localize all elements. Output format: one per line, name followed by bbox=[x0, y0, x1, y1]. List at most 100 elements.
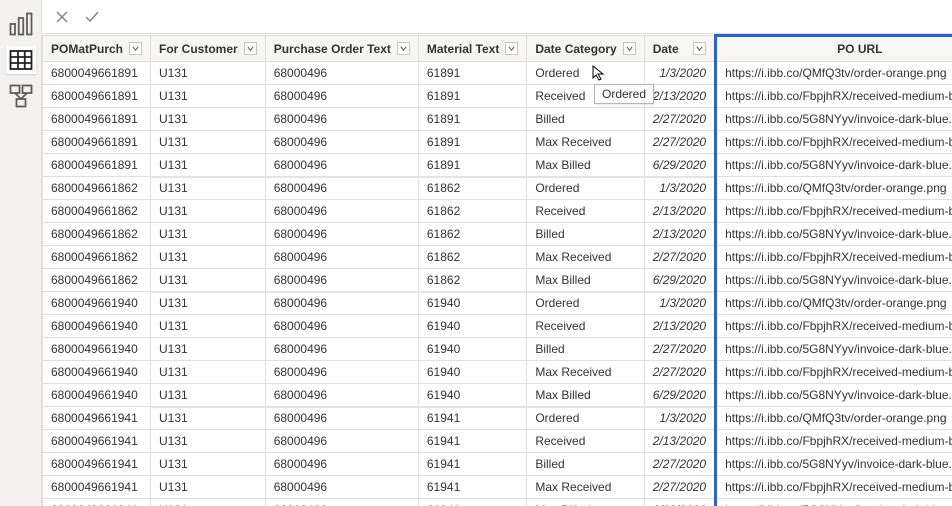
cell-url[interactable]: https://i.ibb.co/FbpjhRX/received-medium… bbox=[716, 361, 952, 384]
cell-mat[interactable]: 61940 bbox=[418, 384, 526, 407]
cell-date[interactable]: 2/13/2020 bbox=[644, 85, 715, 108]
cell-date[interactable]: 2/13/2020 bbox=[644, 430, 715, 453]
cell-cust[interactable]: U131 bbox=[151, 62, 266, 85]
cell-pot[interactable]: 68000496 bbox=[265, 131, 418, 154]
commit-formula-button[interactable] bbox=[78, 3, 106, 31]
cell-cust[interactable]: U131 bbox=[151, 384, 266, 407]
cell-cat[interactable]: Max Billed bbox=[527, 384, 644, 407]
col-header-date-category[interactable]: Date Category bbox=[527, 36, 644, 62]
cell-cust[interactable]: U131 bbox=[151, 177, 266, 200]
cell-po[interactable]: 6800049661862 bbox=[43, 200, 151, 223]
table-row[interactable]: 6800049661941U1316800049661941Max Billed… bbox=[43, 499, 952, 506]
cell-pot[interactable]: 68000496 bbox=[265, 177, 418, 200]
chevron-down-icon[interactable] bbox=[623, 42, 636, 55]
cell-url[interactable]: https://i.ibb.co/5G8NYyv/invoice-dark-bl… bbox=[716, 108, 952, 131]
cell-url[interactable]: https://i.ibb.co/FbpjhRX/received-medium… bbox=[716, 131, 952, 154]
cell-cust[interactable]: U131 bbox=[151, 223, 266, 246]
cell-cust[interactable]: U131 bbox=[151, 499, 266, 506]
cell-url[interactable]: https://i.ibb.co/FbpjhRX/received-medium… bbox=[716, 315, 952, 338]
cell-mat[interactable]: 61941 bbox=[418, 430, 526, 453]
cell-cust[interactable]: U131 bbox=[151, 131, 266, 154]
cell-cust[interactable]: U131 bbox=[151, 453, 266, 476]
cell-cust[interactable]: U131 bbox=[151, 430, 266, 453]
cell-pot[interactable]: 68000496 bbox=[265, 430, 418, 453]
cell-cat[interactable]: Ordered bbox=[527, 292, 644, 315]
cell-cust[interactable]: U131 bbox=[151, 154, 266, 177]
cell-po[interactable]: 6800049661940 bbox=[43, 315, 151, 338]
cell-cat[interactable]: Ordered bbox=[527, 177, 644, 200]
cell-pot[interactable]: 68000496 bbox=[265, 499, 418, 506]
cell-cust[interactable]: U131 bbox=[151, 476, 266, 499]
cell-cat[interactable]: Max Received bbox=[527, 131, 644, 154]
cell-pot[interactable]: 68000496 bbox=[265, 292, 418, 315]
cell-url[interactable]: https://i.ibb.co/FbpjhRX/received-medium… bbox=[716, 85, 952, 108]
cell-mat[interactable]: 61891 bbox=[418, 131, 526, 154]
cell-cust[interactable]: U131 bbox=[151, 200, 266, 223]
cell-cat[interactable]: Max Received bbox=[527, 361, 644, 384]
cell-mat[interactable]: 61941 bbox=[418, 476, 526, 499]
cell-cust[interactable]: U131 bbox=[151, 338, 266, 361]
col-header-date[interactable]: Date bbox=[644, 36, 715, 62]
cell-cust[interactable]: U131 bbox=[151, 407, 266, 430]
col-header-purchase-order-text[interactable]: Purchase Order Text bbox=[265, 36, 418, 62]
cell-date[interactable]: 2/27/2020 bbox=[644, 108, 715, 131]
cell-cust[interactable]: U131 bbox=[151, 361, 266, 384]
cell-date[interactable]: 2/13/2020 bbox=[644, 315, 715, 338]
table-row[interactable]: 6800049661862U1316800049661862Max Billed… bbox=[43, 269, 952, 292]
cell-mat[interactable]: 61940 bbox=[418, 315, 526, 338]
cell-mat[interactable]: 61862 bbox=[418, 223, 526, 246]
table-row[interactable]: 6800049661891U1316800049661891Max Receiv… bbox=[43, 131, 952, 154]
cell-pot[interactable]: 68000496 bbox=[265, 62, 418, 85]
cell-pot[interactable]: 68000496 bbox=[265, 154, 418, 177]
cell-date[interactable]: 2/27/2020 bbox=[644, 131, 715, 154]
data-view-button[interactable] bbox=[6, 46, 36, 74]
cell-url[interactable]: https://i.ibb.co/5G8NYyv/invoice-dark-bl… bbox=[716, 338, 952, 361]
cell-pot[interactable]: 68000496 bbox=[265, 246, 418, 269]
table-row[interactable]: 6800049661862U1316800049661862Max Receiv… bbox=[43, 246, 952, 269]
cell-date[interactable]: 6/29/2020 bbox=[644, 499, 715, 506]
cell-date[interactable]: 2/27/2020 bbox=[644, 246, 715, 269]
cell-pot[interactable]: 68000496 bbox=[265, 269, 418, 292]
cell-po[interactable]: 6800049661941 bbox=[43, 453, 151, 476]
cell-po[interactable]: 6800049661941 bbox=[43, 430, 151, 453]
cell-cat[interactable]: Ordered bbox=[527, 407, 644, 430]
cell-pot[interactable]: 68000496 bbox=[265, 476, 418, 499]
cell-date[interactable]: 2/27/2020 bbox=[644, 361, 715, 384]
cell-mat[interactable]: 61862 bbox=[418, 200, 526, 223]
cell-date[interactable]: 1/3/2020 bbox=[644, 292, 715, 315]
cell-mat[interactable]: 61891 bbox=[418, 85, 526, 108]
cell-mat[interactable]: 61940 bbox=[418, 338, 526, 361]
cell-mat[interactable]: 61941 bbox=[418, 407, 526, 430]
cell-po[interactable]: 6800049661891 bbox=[43, 154, 151, 177]
cell-pot[interactable]: 68000496 bbox=[265, 200, 418, 223]
table-row[interactable]: 6800049661891U1316800049661891Billed2/27… bbox=[43, 108, 952, 131]
cell-pot[interactable]: 68000496 bbox=[265, 315, 418, 338]
cell-pot[interactable]: 68000496 bbox=[265, 407, 418, 430]
table-row[interactable]: 6800049661862U1316800049661862Received2/… bbox=[43, 200, 952, 223]
cell-url[interactable]: https://i.ibb.co/5G8NYyv/invoice-dark-bl… bbox=[716, 453, 952, 476]
cell-mat[interactable]: 61941 bbox=[418, 453, 526, 476]
cell-cat[interactable]: Max Billed bbox=[527, 499, 644, 506]
cell-cust[interactable]: U131 bbox=[151, 315, 266, 338]
cell-date[interactable]: 2/27/2020 bbox=[644, 338, 715, 361]
cell-cat[interactable]: Received bbox=[527, 315, 644, 338]
table-row[interactable]: 6800049661891U1316800049661891Ordered1/3… bbox=[43, 62, 952, 85]
cell-po[interactable]: 6800049661891 bbox=[43, 85, 151, 108]
cell-po[interactable]: 6800049661941 bbox=[43, 476, 151, 499]
cell-pot[interactable]: 68000496 bbox=[265, 453, 418, 476]
cell-mat[interactable]: 61891 bbox=[418, 108, 526, 131]
chevron-down-icon[interactable] bbox=[397, 42, 410, 55]
cell-cat[interactable]: Max Received bbox=[527, 246, 644, 269]
table-row[interactable]: 6800049661891U1316800049661891Received2/… bbox=[43, 85, 952, 108]
cell-url[interactable]: https://i.ibb.co/QMfQ3tv/order-orange.pn… bbox=[716, 177, 952, 200]
cell-url[interactable]: https://i.ibb.co/FbpjhRX/received-medium… bbox=[716, 476, 952, 499]
cell-cat[interactable]: Max Billed bbox=[527, 269, 644, 292]
cell-url[interactable]: https://i.ibb.co/FbpjhRX/received-medium… bbox=[716, 430, 952, 453]
cell-cat[interactable]: Received bbox=[527, 200, 644, 223]
chevron-down-icon[interactable] bbox=[505, 42, 518, 55]
chevron-down-icon[interactable] bbox=[693, 42, 706, 55]
cell-mat[interactable]: 61862 bbox=[418, 269, 526, 292]
table-row[interactable]: 6800049661940U1316800049661940Max Billed… bbox=[43, 384, 952, 407]
cell-cat[interactable]: Received bbox=[527, 85, 644, 108]
cell-date[interactable]: 2/27/2020 bbox=[644, 476, 715, 499]
